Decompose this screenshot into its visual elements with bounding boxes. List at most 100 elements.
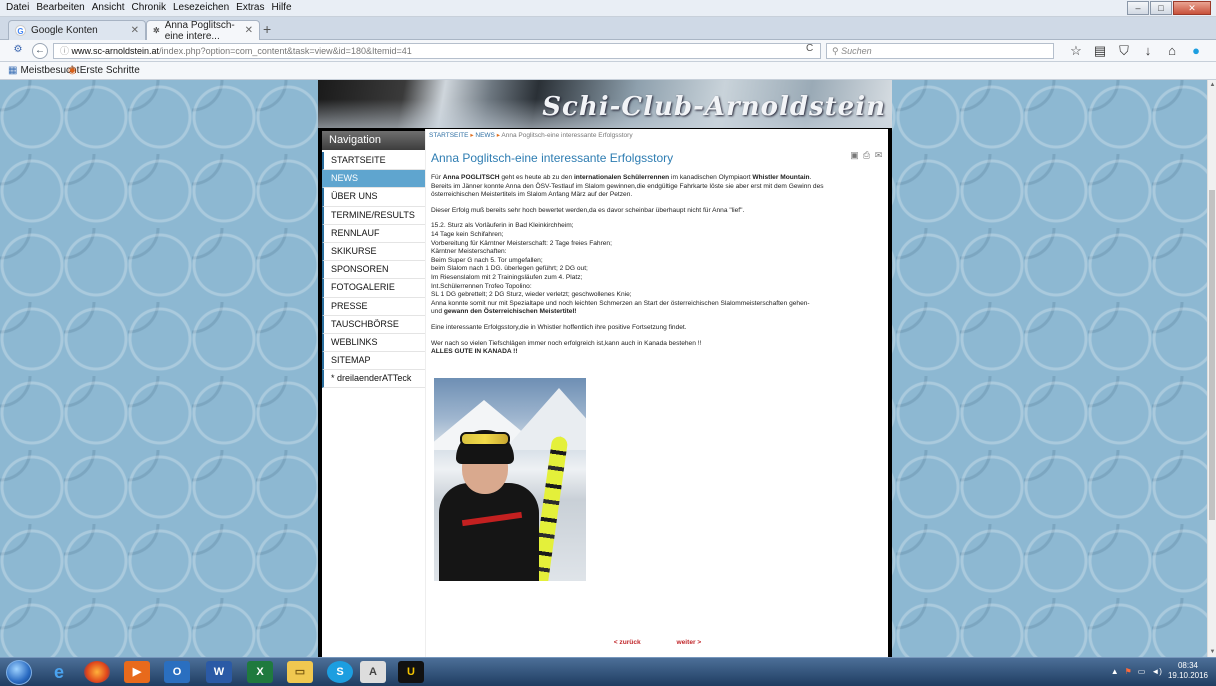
breadcrumb: STARTSEITE ▸ NEWS ▸ Anna Poglitsch-eine … [429, 131, 633, 139]
next-link[interactable]: weiter > [677, 639, 702, 646]
nav-item-presse[interactable]: PRESSE [322, 297, 425, 316]
closing-line: Wer nach so vielen Tiefschlägen immer no… [431, 339, 702, 347]
menu-chronik[interactable]: Chronik [132, 2, 166, 13]
close-tab-icon[interactable]: ✕ [245, 25, 253, 36]
ubisoft-icon[interactable]: U [398, 661, 424, 683]
article-paragraph-4: Eine interessante Erfolgsstory,die in Wh… [431, 323, 687, 331]
pdf-icon[interactable]: ▣ [849, 150, 860, 161]
file-explorer-icon[interactable]: ▭ [287, 661, 313, 683]
clock-time: 08:34 [1177, 661, 1198, 670]
volume-icon[interactable]: ◄) [1151, 667, 1162, 676]
nav-item-skikurse[interactable]: SKIKURSE [322, 242, 425, 262]
navigation-toolbar: ⚙ ← ⓘ www.sc-arnoldstein.at/index.php?op… [0, 40, 1216, 62]
header-banner: Schi-Club-Arnoldstein [318, 80, 892, 128]
excel-icon[interactable]: X [247, 661, 273, 683]
menu-hilfe[interactable]: Hilfe [272, 2, 292, 13]
media-player-icon[interactable]: ▶ [124, 661, 150, 683]
breadcrumb-startseite[interactable]: STARTSEITE [429, 132, 469, 139]
nav-item-startseite[interactable]: STARTSEITE [322, 152, 425, 171]
nav-item-news[interactable]: NEWS [322, 170, 425, 189]
scroll-up-icon[interactable]: ▲ [1208, 82, 1216, 88]
minimize-button[interactable]: – [1127, 1, 1149, 15]
nav-item-sitemap[interactable]: SITEMAP [322, 352, 425, 371]
pocket-icon[interactable]: ⛉ [1117, 43, 1131, 59]
result-line: Beim Super G nach 5. Tor umgefallen; [431, 256, 543, 264]
pdf-reader-icon[interactable]: A [360, 661, 386, 683]
internet-explorer-icon[interactable]: e [46, 661, 72, 683]
joomla-icon: ✲ [153, 26, 160, 35]
menu-lesezeichen[interactable]: Lesezeichen [173, 2, 229, 13]
menu-bar: Datei Bearbeiten Ansicht Chronik Lesezei… [0, 0, 1216, 17]
network-icon[interactable]: ▭ [1138, 667, 1146, 676]
tab-anna-poglitsch[interactable]: ✲ Anna Poglitsch-eine intere... ✕ [146, 19, 260, 42]
nav-item-rennlauf[interactable]: RENNLAUF [322, 224, 425, 243]
breadcrumb-news[interactable]: NEWS [475, 132, 495, 139]
email-icon[interactable]: ✉ [873, 150, 884, 161]
vertical-scrollbar[interactable]: ▲ ▼ [1207, 80, 1216, 657]
new-tab-button[interactable]: + [263, 21, 271, 37]
menu-ansicht[interactable]: Ansicht [92, 2, 125, 13]
action-center-icon[interactable]: ⚑ [1125, 667, 1132, 676]
url-host: www.sc-arnoldstein.at [71, 46, 160, 56]
article-paragraph-2: Dieser Erfolg muß bereits sehr hoch bewe… [431, 206, 745, 214]
nav-item-tauschboerse[interactable]: TAUSCHBÖRSE [322, 315, 425, 334]
back-button[interactable]: ← [32, 43, 48, 59]
url-path: /index.php?option=com_content&task=view&… [159, 46, 412, 56]
skype-taskbar-icon[interactable]: S [327, 661, 353, 683]
menu-bearbeiten[interactable]: Bearbeiten [36, 2, 84, 13]
breadcrumb-arrow-icon: ▸ [470, 132, 474, 139]
tab-google-konten[interactable]: G Google Konten ✕ [8, 20, 146, 40]
article-closing: Wer nach so vielen Tiefschlägen immer no… [431, 340, 883, 357]
start-button[interactable] [6, 660, 32, 685]
firefox-taskbar-icon[interactable] [84, 661, 110, 683]
nav-item-termine-results[interactable]: TERMINE/RESULTS [322, 206, 425, 225]
info-icon: ⓘ [60, 46, 72, 56]
result-line: Int.Schülerrennen Trofeo Topolino: [431, 282, 532, 290]
intro-line-2: Bereits im Jänner konnte Anna den ÖSV-Te… [431, 182, 824, 190]
site-frame: Schi-Club-Arnoldstein Navigation STARTSE… [318, 80, 892, 657]
bookmarks-toolbar: ▦ Meistbesucht ◉ Erste Schritte [0, 62, 1216, 80]
tab-label: Anna Poglitsch-eine intere... [164, 19, 235, 42]
site-logo[interactable]: Schi-Club-Arnoldstein [542, 92, 886, 122]
tray-arrow-icon[interactable]: ▲ [1111, 667, 1119, 676]
nav-item-sponsoren[interactable]: SPONSOREN [322, 261, 425, 280]
scroll-down-icon[interactable]: ▼ [1208, 649, 1216, 655]
menu-items: Datei Bearbeiten Ansicht Chronik Lesezei… [6, 2, 292, 13]
menu-extras[interactable]: Extras [236, 2, 264, 13]
firefox-addon-icon[interactable]: ⚙ [10, 43, 26, 59]
google-g-icon: G [15, 25, 26, 36]
bookmark-star-icon[interactable]: ☆ [1069, 43, 1083, 59]
home-icon[interactable]: ⌂ [1165, 43, 1179, 59]
nav-item-weblinks[interactable]: WEBLINKS [322, 333, 425, 353]
nav-item-dreilaenderatteck[interactable]: * dreilaenderATTeck [322, 370, 425, 389]
article-title: Anna Poglitsch-eine interessante Erfolgs… [431, 151, 674, 165]
result-line: 15.2. Sturz als Vorläuferin in Bad Klein… [431, 222, 574, 230]
article-intro: Für Anna POGLITSCH geht es heute ab zu d… [431, 174, 883, 200]
close-tab-icon[interactable]: ✕ [131, 25, 139, 36]
maximize-button[interactable]: □ [1150, 1, 1172, 15]
championship-title: gewann den Österreichischen Meistertitel… [443, 308, 577, 316]
previous-link[interactable]: < zurück [614, 639, 641, 646]
menu-datei[interactable]: Datei [6, 2, 29, 13]
nav-item-ueber-uns[interactable]: ÜBER UNS [322, 188, 425, 207]
clock[interactable]: 08:34 19.10.2016 [1168, 661, 1208, 681]
result-line: Vorbereitung für Kärntner Meisterschaft:… [431, 239, 612, 247]
reading-list-icon[interactable]: ▤ [1093, 43, 1107, 59]
breadcrumb-arrow-icon: ▸ [496, 132, 500, 139]
bookmark-erste-schritte[interactable]: ◉ Erste Schritte [68, 65, 140, 76]
close-window-button[interactable]: ✕ [1173, 1, 1211, 15]
print-icon[interactable]: ⎙ [861, 150, 872, 161]
reload-icon[interactable]: C [806, 43, 813, 54]
search-input[interactable]: ⚲ Suchen [826, 43, 1054, 59]
event-name: internationalen Schülerrennen [573, 174, 670, 181]
word-icon[interactable]: W [206, 661, 232, 683]
outlook-icon[interactable]: O [164, 661, 190, 683]
scroll-thumb[interactable] [1209, 190, 1215, 520]
skype-icon[interactable]: ● [1189, 43, 1203, 59]
search-placeholder: Suchen [841, 46, 872, 56]
url-bar[interactable]: ⓘ www.sc-arnoldstein.at/index.php?option… [53, 43, 821, 59]
nav-item-fotogalerie[interactable]: FOTOGALERIE [322, 279, 425, 298]
navigation-sidebar: Navigation STARTSEITE NEWS ÜBER UNS TERM… [322, 131, 425, 657]
result-line: Im Riesenslalom mit 2 Trainingsläufen zu… [431, 273, 583, 281]
download-icon[interactable]: ↓ [1141, 43, 1155, 59]
